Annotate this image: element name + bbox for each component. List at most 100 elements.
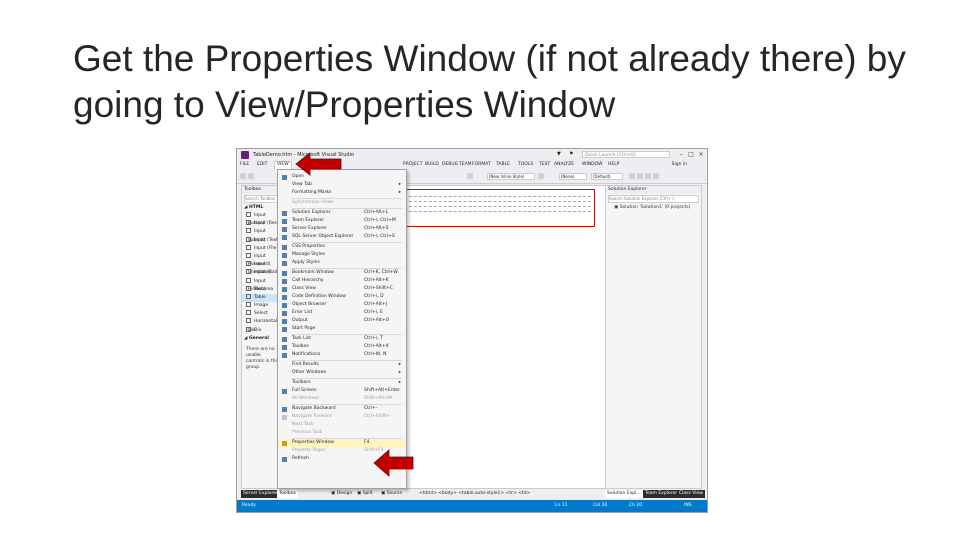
menu-analyze[interactable]: ANALYZE <box>554 162 574 167</box>
view-menu-item[interactable]: Find Results ▸ <box>278 361 406 369</box>
menu-window[interactable]: WINDOW <box>582 162 603 167</box>
arrow-to-properties-window-icon <box>373 449 414 477</box>
view-menu-item-label: Navigate Backward <box>292 406 336 411</box>
view-menu-item[interactable]: Error List Ctrl+\, E <box>278 309 406 317</box>
minimize-icon[interactable]: – <box>677 151 685 158</box>
view-menu-item[interactable]: Previous Task <box>278 429 406 437</box>
menu-debug[interactable]: DEBUG <box>442 162 458 167</box>
menu-project[interactable]: PROJECT <box>403 162 422 167</box>
tab-solution-explorer[interactable]: Solution Expl... <box>605 490 643 498</box>
view-menu-item[interactable]: Bookmark Window Ctrl+K, Ctrl+W <box>278 269 406 277</box>
menu-help[interactable]: HELP <box>608 162 619 167</box>
close-icon[interactable]: × <box>697 151 705 158</box>
view-menu-item-label: All Windows <box>292 396 320 401</box>
tab-design-label: Design <box>336 491 353 496</box>
quick-launch-input[interactable]: Quick Launch (Ctrl+Q) <box>582 151 670 158</box>
view-menu-item-shortcut: Ctrl+Alt+L <box>364 210 389 215</box>
tab-class-view[interactable]: Class View <box>677 490 705 498</box>
view-menu-item[interactable]: Task List Ctrl+\, T <box>278 335 406 343</box>
view-menu-item[interactable]: Full Screen Shift+Alt+Enter <box>278 387 406 395</box>
view-menu-item[interactable]: All Windows Shift+Alt+M <box>278 395 406 403</box>
full-screen-icon <box>282 388 287 394</box>
view-menu-item[interactable]: Navigate Backward Ctrl+- <box>278 405 406 413</box>
menu-edit[interactable]: EDIT <box>257 162 267 167</box>
view-menu-item[interactable]: Formatting Marks ▸ <box>278 189 406 197</box>
tab-split[interactable]: ▣ Split <box>355 490 375 498</box>
view-menu-item-shortcut: Ctrl+Shift+C <box>364 286 393 291</box>
toolbox-item-icon <box>246 285 251 291</box>
view-menu-item[interactable]: Output Ctrl+Alt+O <box>278 317 406 325</box>
italic-icon[interactable] <box>637 173 643 179</box>
target-select-value: (None) <box>561 174 575 179</box>
view-menu-item-label: Error List <box>292 310 313 315</box>
view-menu-item[interactable]: Manage Styles <box>278 251 406 259</box>
view-menu-item[interactable]: Toolbox Ctrl+Alt+X <box>278 343 406 351</box>
code-definition-icon <box>282 294 287 300</box>
tab-source[interactable]: ▣ Source <box>379 490 404 498</box>
view-menu-item-label: SQL Server Object Explorer <box>292 234 354 239</box>
underline-icon[interactable] <box>645 173 651 179</box>
view-menu-item[interactable]: Object Browser Ctrl+Alt+J <box>278 301 406 309</box>
view-menu-item[interactable]: Notifications Ctrl+W, N <box>278 351 406 359</box>
tab-toolbox[interactable]: Toolbox <box>277 490 298 498</box>
target-select[interactable]: (None) <box>559 173 587 180</box>
submenu-arrow-icon: ▸ <box>398 362 401 367</box>
solution-explorer-panel: Solution Explorer Search Solution Explor… <box>605 185 702 489</box>
toolbox-item-icon <box>246 220 251 226</box>
menu-table[interactable]: TABLE <box>496 162 510 167</box>
view-menu-item[interactable]: Properties Window F4 <box>278 439 406 447</box>
view-menu-item[interactable]: Code Definition Window Ctrl+\, D <box>278 293 406 301</box>
toolbox-item-icon <box>246 261 251 267</box>
view-menu-item-label: Properties Window <box>292 440 334 445</box>
menu-format[interactable]: FORMAT <box>472 162 491 167</box>
bookmark-icon <box>282 270 287 276</box>
view-menu-item-shortcut: Ctrl+Alt+X <box>364 344 389 349</box>
bold-icon[interactable] <box>629 173 635 179</box>
menu-tools[interactable]: TOOLS <box>518 162 533 167</box>
view-menu-item[interactable]: SQL Server Object Explorer Ctrl+\, Ctrl+S <box>278 233 406 241</box>
solution-tree-item[interactable]: ▣ Solution 'Solution1' (0 projects) <box>606 205 701 210</box>
style-select[interactable]: (New Inline Style) <box>487 173 535 180</box>
view-menu-item-shortcut: Ctrl+Alt+J <box>364 302 387 307</box>
notifications-flag-icon[interactable]: ⚑ <box>569 151 573 157</box>
forward-icon[interactable] <box>248 173 254 179</box>
status-col: Col 20 <box>593 503 608 508</box>
view-menu-item[interactable]: Start Page <box>278 325 406 333</box>
view-menu-item[interactable]: Team Explorer Ctrl+\, Ctrl+M <box>278 217 406 225</box>
menu-test[interactable]: TEST <box>539 162 550 167</box>
view-menu-item[interactable]: Toolbars ▸ <box>278 379 406 387</box>
style-select-value: (New Inline Style) <box>489 174 525 179</box>
slide-title: Get the Properties Window (if not alread… <box>73 38 906 125</box>
align-icon[interactable] <box>653 173 659 179</box>
tab-server-explorer[interactable]: Server Explorer <box>241 490 280 498</box>
tab-design[interactable]: ▣ Design <box>329 490 354 498</box>
view-menu-item-label: Notifications <box>292 352 321 357</box>
view-menu-item[interactable]: Apply Styles <box>278 259 406 267</box>
back-icon[interactable] <box>240 173 246 179</box>
view-menu-item-shortcut: Shift+Alt+M <box>364 396 392 401</box>
view-menu-item[interactable]: Other Windows ▸ <box>278 369 406 377</box>
view-menu-item[interactable]: Solution Explorer Ctrl+Alt+L <box>278 209 406 217</box>
view-menu-item[interactable]: CSS Properties <box>278 243 406 251</box>
view-menu-item[interactable]: View Tab ▸ <box>278 181 406 189</box>
tab-team-explorer[interactable]: Team Explorer <box>643 490 680 498</box>
menu-team[interactable]: TEAM <box>459 162 472 167</box>
menu-file[interactable]: FILE <box>240 162 249 167</box>
quick-launch-placeholder: Quick Launch (Ctrl+Q) <box>585 153 636 158</box>
feedback-icon[interactable]: ▼ <box>557 151 561 157</box>
view-menu-item[interactable]: Class View Ctrl+Shift+C <box>278 285 406 293</box>
solution-search-input[interactable]: Search Solution Explorer (Ctrl+;) <box>608 195 699 203</box>
view-menu-item[interactable]: Call Hierarchy Ctrl+Alt+K <box>278 277 406 285</box>
menu-build[interactable]: BUILD <box>425 162 439 167</box>
view-menu-item-label: Other Windows <box>292 370 327 375</box>
maximize-icon[interactable]: □ <box>687 151 695 158</box>
tag-breadcrumb[interactable]: <html> <body> <table.auto-style1> <tr> <… <box>417 490 532 498</box>
view-menu-item[interactable]: Navigate Forward Ctrl+Shift+- <box>278 413 406 421</box>
paint-icon[interactable] <box>467 173 473 179</box>
view-menu-item[interactable]: Synchronize Views <box>278 199 406 207</box>
rule-select[interactable]: (Default) <box>591 173 623 180</box>
view-menu-item[interactable]: Next Task <box>278 421 406 429</box>
style-options-icon[interactable] <box>538 173 544 179</box>
view-menu-item[interactable]: Server Explorer Ctrl+Alt+S <box>278 225 406 233</box>
sign-in-link[interactable]: Sign in <box>672 162 687 167</box>
